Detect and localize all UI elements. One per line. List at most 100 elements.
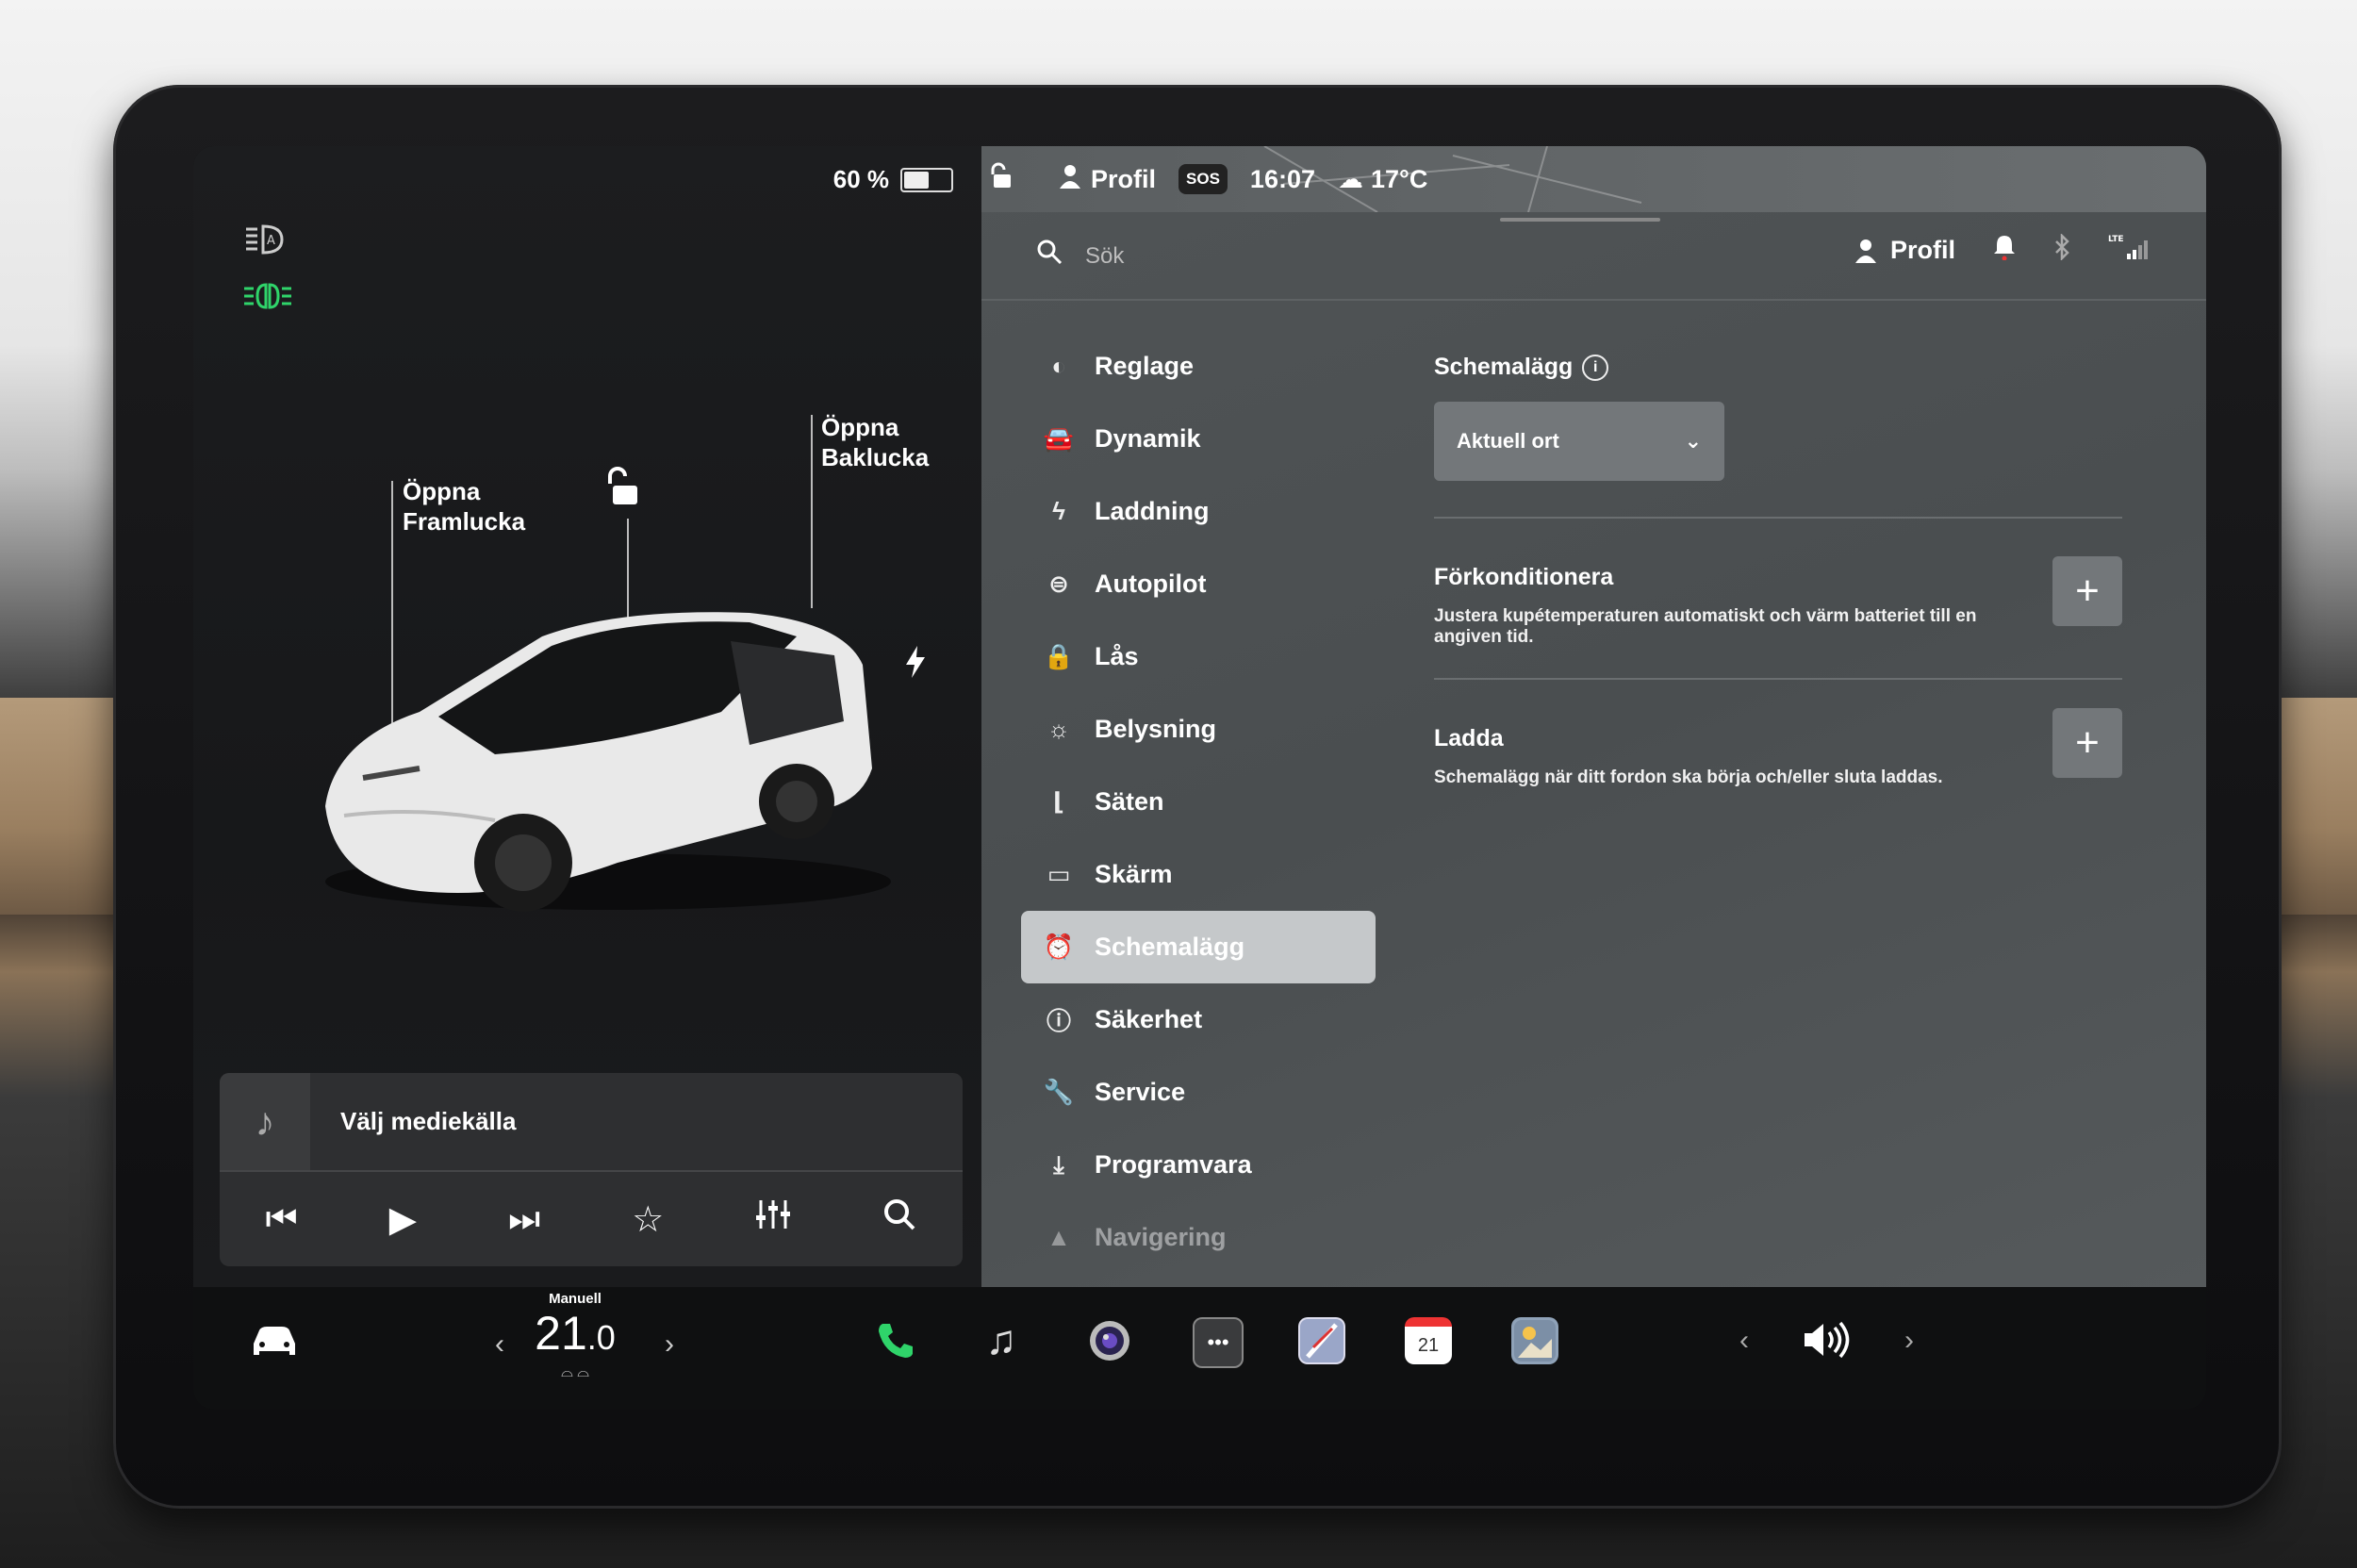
- bolt-icon: ϟ: [1052, 497, 1065, 525]
- status-bar: Profil SOS 16:07 ☁ 17°C: [991, 157, 1427, 201]
- battery-icon: [900, 167, 953, 192]
- media-source-label[interactable]: Välj mediekälla: [340, 1107, 516, 1136]
- parking-lights-icon[interactable]: [242, 280, 293, 317]
- search-input[interactable]: [1083, 237, 1558, 276]
- display-icon: ▭: [1047, 860, 1071, 888]
- profile-person-icon: [1059, 163, 1081, 196]
- menu-item-label: Dynamik: [1095, 424, 1201, 453]
- menu-item-label: Säkerhet: [1095, 1005, 1203, 1033]
- steering-wheel-icon: ⊜: [1048, 569, 1069, 598]
- location-dropdown-value: Aktuell ort: [1457, 429, 1559, 454]
- profile-button[interactable]: Profil: [1854, 236, 1955, 265]
- menu-item-label: Belysning: [1095, 715, 1217, 743]
- sos-button[interactable]: SOS: [1178, 164, 1228, 194]
- open-trunk-line1: Öppna: [821, 413, 899, 441]
- menu-item-säkerhet[interactable]: ⓘ Säkerhet: [1021, 983, 1376, 1056]
- menu-item-laddning[interactable]: ϟ Laddning: [1021, 475, 1376, 548]
- precondition-title: Förkonditionera: [1434, 564, 1614, 591]
- menu-item-dynamik[interactable]: 🚘 Dynamik: [1021, 403, 1376, 475]
- precondition-description: Justera kupétemperaturen automatiskt och…: [1434, 606, 1977, 648]
- precondition-card: Förkonditionera Justera kupétemperaturen…: [1434, 519, 2122, 648]
- next-track-icon[interactable]: ⏭: [508, 1199, 540, 1240]
- volume-icon[interactable]: [1801, 1319, 1854, 1365]
- menu-item-skärm[interactable]: ▭ Skärm: [1021, 838, 1376, 911]
- temp-increase-chevron-icon[interactable]: ›: [665, 1329, 674, 1361]
- media-search-icon[interactable]: [882, 1197, 916, 1241]
- wrench-icon: 🔧: [1043, 1078, 1075, 1106]
- header-actions: Profil LTE: [1854, 232, 2150, 268]
- auto-headlights-icon[interactable]: A: [242, 223, 286, 262]
- more-apps-icon[interactable]: •••: [1193, 1317, 1244, 1368]
- menu-item-service[interactable]: 🔧 Service: [1021, 1056, 1376, 1129]
- charge-card: Ladda Schemalägg när ditt fordon ska bör…: [1434, 680, 2122, 788]
- settings-panel: Profil SOS 16:07 ☁ 17°C Profil: [981, 146, 2206, 1287]
- menu-item-autopilot[interactable]: ⊜ Autopilot: [1021, 548, 1376, 620]
- status-profile-label[interactable]: Profil: [1091, 165, 1156, 194]
- temp-decrease-chevron-icon[interactable]: ‹: [495, 1329, 504, 1361]
- map-preview-strip[interactable]: Profil SOS 16:07 ☁ 17°C: [981, 146, 2206, 222]
- seat-heater-icon: ⌓ ⌓: [561, 1364, 589, 1380]
- taskbar: ‹ Manuell 21.0 ⌓ ⌓ › ♫ ••• 21 ‹ ›: [193, 1287, 2206, 1410]
- vehicle-panel: 60 % A Öppna Framlucka Öppna Baklucka ♪ …: [193, 146, 981, 1287]
- settings-menu: ◐ Reglage 🚘 Dynamik ϟ Laddning ⊜ Autopilot 🔒 Lås ☼…: [1021, 330, 1376, 1274]
- open-frunk-line2: Framlucka: [403, 507, 526, 536]
- schedule-content: Schemalägg i Aktuell ort ⌄ Förkonditioner…: [1434, 354, 2122, 788]
- menu-item-schemalägg[interactable]: ⏰ Schemalägg: [1021, 911, 1376, 983]
- camera-icon[interactable]: [1086, 1317, 1133, 1364]
- lock-icon: 🔒: [1043, 642, 1075, 670]
- open-frunk-label[interactable]: Öppna Framlucka: [403, 476, 525, 536]
- info-icon[interactable]: i: [1582, 355, 1609, 382]
- calendar-icon[interactable]: 21: [1405, 1317, 1452, 1364]
- profile-label: Profil: [1889, 236, 1955, 264]
- location-dropdown[interactable]: Aktuell ort ⌄: [1434, 402, 1724, 482]
- calendar-day: 21: [1417, 1334, 1440, 1356]
- profile-icon: [1854, 239, 1876, 263]
- toybox-app-icon[interactable]: [1511, 1317, 1558, 1364]
- menu-item-label: Programvara: [1095, 1150, 1252, 1179]
- volume-right-chevron-icon[interactable]: ›: [1904, 1325, 1914, 1357]
- add-charge-schedule-button[interactable]: +: [2052, 708, 2122, 779]
- bluetooth-icon[interactable]: [2053, 232, 2070, 267]
- previous-track-icon[interactable]: ⏮: [266, 1199, 298, 1240]
- open-frunk-line1: Öppna: [403, 477, 481, 505]
- phone-icon[interactable]: [872, 1317, 919, 1364]
- door-unlock-icon[interactable]: [608, 467, 646, 513]
- toggle-icon: ◐: [1051, 352, 1066, 380]
- climate-control[interactable]: Manuell 21.0 ⌓ ⌓: [519, 1291, 632, 1381]
- favorite-star-icon[interactable]: ☆: [632, 1198, 664, 1241]
- weather-cloud-icon: ☁: [1337, 164, 1363, 193]
- media-player: ♪ Välj mediekälla ⏮ ▶ ⏭ ☆: [220, 1073, 963, 1266]
- menu-item-lås[interactable]: 🔒 Lås: [1021, 620, 1376, 693]
- navigation-icon: ▲: [1047, 1223, 1071, 1251]
- open-trunk-label[interactable]: Öppna Baklucka: [821, 412, 929, 472]
- car-icon[interactable]: [248, 1323, 301, 1371]
- schedule-title-text: Schemalägg: [1434, 354, 1574, 380]
- media-source-row[interactable]: ♪ Välj mediekälla: [220, 1073, 963, 1172]
- clock: 16:07: [1249, 164, 1315, 193]
- temp-decimal: .0: [586, 1318, 616, 1357]
- add-precondition-button[interactable]: +: [2052, 556, 2122, 627]
- menu-item-navigering[interactable]: ▲ Navigering: [1021, 1201, 1376, 1274]
- seat-icon: ⌊: [1053, 787, 1064, 816]
- schedule-section-title: Schemalägg i: [1434, 354, 2122, 382]
- temp-whole: 21: [535, 1307, 587, 1360]
- menu-item-reglage[interactable]: ◐ Reglage: [1021, 330, 1376, 403]
- notification-bell-icon[interactable]: [1993, 234, 2016, 267]
- navigation-app-icon[interactable]: [1298, 1317, 1345, 1364]
- car-model-image: [325, 612, 891, 912]
- search-icon: [1036, 239, 1063, 272]
- warning-icon: ⓘ: [1046, 1007, 1071, 1035]
- volume-left-chevron-icon[interactable]: ‹: [1739, 1325, 1749, 1357]
- menu-item-belysning[interactable]: ☼ Belysning: [1021, 693, 1376, 766]
- menu-item-label: Lås: [1095, 642, 1139, 670]
- lte-signal-icon: LTE: [2108, 233, 2150, 268]
- music-icon[interactable]: ♫: [978, 1317, 1025, 1364]
- menu-item-label: Schemalägg: [1095, 933, 1245, 961]
- play-icon[interactable]: ▶: [389, 1198, 417, 1241]
- menu-item-säten[interactable]: ⌊ Säten: [1021, 766, 1376, 838]
- equalizer-icon[interactable]: [755, 1198, 791, 1240]
- unlocked-icon[interactable]: [991, 162, 1015, 197]
- menu-item-programvara[interactable]: ⤓ Programvara: [1021, 1129, 1376, 1201]
- battery-fill: [904, 171, 930, 189]
- menu-item-label: Reglage: [1095, 352, 1195, 380]
